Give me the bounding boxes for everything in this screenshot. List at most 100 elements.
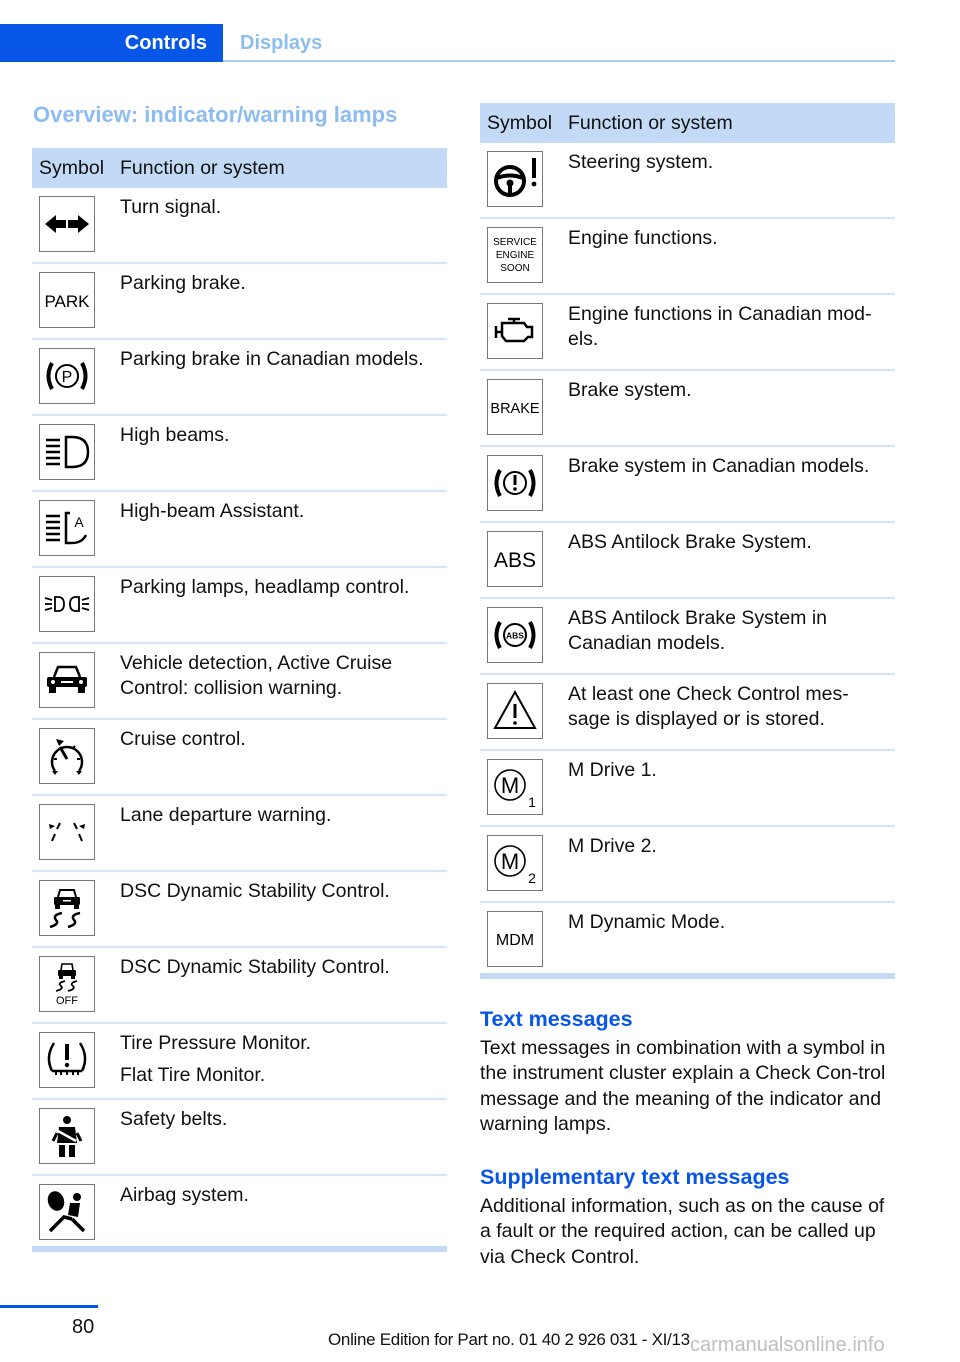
p-label: P	[62, 369, 73, 386]
table-row: PARK Parking brake.	[32, 264, 447, 340]
steering-warning-icon	[487, 151, 543, 207]
table-row: ABS ABS Antilock Brake System in Canadia…	[480, 599, 895, 675]
table-row: Brake system in Canadian models.	[480, 447, 895, 523]
row-text: Airbag system.	[120, 1184, 249, 1206]
page-number: 80	[72, 1316, 95, 1338]
high-beam-assistant-icon: A	[39, 500, 95, 556]
table-row: OFF DSC Dynamic Stability Control.	[32, 948, 447, 1024]
supplementary-body: Additional information, such as on the c…	[480, 1195, 885, 1268]
header-function: Function or system	[568, 111, 733, 134]
tire-pressure-icon	[39, 1032, 95, 1088]
table-row: P Parking brake in Canadian models.	[32, 340, 447, 416]
tab-underline	[223, 60, 895, 62]
table-row: High beams.	[32, 416, 447, 492]
header-function: Function or system	[120, 156, 285, 179]
header-symbol: Symbol	[39, 156, 105, 179]
row-text: Parking lamps, headlamp control.	[120, 576, 410, 598]
parking-lamps-icon	[39, 576, 95, 632]
row-text: High-beam Assistant.	[120, 500, 305, 522]
collision-warning-car-icon	[39, 652, 95, 708]
airbag-icon	[39, 1184, 95, 1240]
abs-label: ABS	[494, 549, 536, 572]
dsc-off-icon: OFF	[39, 956, 95, 1012]
m-label: M	[501, 773, 519, 798]
warning-triangle-icon	[487, 683, 543, 739]
edition-note: Online Edition for Part no. 01 40 2 926 …	[328, 1330, 690, 1349]
row-text: Cruise control.	[120, 728, 246, 750]
row-text: M Drive 1.	[568, 759, 657, 781]
row-text: Engine functions in Canadian mod-els.	[568, 303, 872, 350]
watermark: carmanualsonline.info	[690, 1334, 885, 1356]
row-text: Vehicle detection, Active Cruise Control…	[120, 652, 393, 699]
table-row: A High-beam Assistant.	[32, 492, 447, 568]
m-drive-2-icon: M2	[487, 835, 543, 891]
mdm-icon: MDM	[487, 911, 543, 967]
text-messages-body: Text messages in combination with a symb…	[480, 1037, 886, 1135]
engine-check-icon	[487, 303, 543, 359]
supplementary-section: Supplementary text messages Additional i…	[480, 1165, 900, 1270]
supplementary-heading: Supplementary text messages	[480, 1165, 790, 1189]
table-row: BRAKE Brake system.	[480, 371, 895, 447]
tab-controls[interactable]: Controls	[0, 24, 223, 62]
left-lamp-table: Symbol Function or system Turn signal. P…	[32, 148, 447, 1252]
seat-belt-icon	[39, 1108, 95, 1164]
brake-label: BRAKE	[490, 401, 539, 417]
row-text: M Dynamic Mode.	[568, 911, 726, 933]
text-messages-section: Text messages Text messages in combinati…	[480, 1007, 900, 1137]
footer-rule	[0, 1305, 98, 1308]
abs-canada-icon: ABS	[487, 607, 543, 663]
row-text: Parking brake in Canadian models.	[120, 348, 424, 370]
tab-displays[interactable]: Displays	[240, 24, 322, 62]
table-row: ABS ABS Antilock Brake System.	[480, 523, 895, 599]
table-header: Symbol Function or system	[480, 103, 895, 143]
section-title: Overview: indicator/warning lamps	[33, 102, 398, 127]
row-text: M Drive 2.	[568, 835, 657, 857]
park-label: PARK	[44, 292, 90, 311]
header-symbol: Symbol	[487, 111, 553, 134]
table-row: Lane departure warning.	[32, 796, 447, 872]
cruise-control-icon	[39, 728, 95, 784]
table-row: Safety belts.	[32, 1100, 447, 1176]
row-text: Steering system.	[568, 151, 714, 173]
row-text: DSC Dynamic Stability Control.	[120, 956, 390, 978]
parking-brake-canada-icon: P	[39, 348, 95, 404]
row-text: Tire Pressure Monitor.	[120, 1032, 312, 1054]
table-row: SERVICE ENGINE SOON Engine functions.	[480, 219, 895, 295]
row-text: ABS Antilock Brake System in Canadian mo…	[568, 607, 828, 654]
table-row: Engine functions in Canadian mod-els.	[480, 295, 895, 371]
park-text-icon: PARK	[39, 272, 95, 328]
dsc-icon	[39, 880, 95, 936]
row-text: At least one Check Control mes-sage is d…	[568, 683, 849, 730]
row-text: High beams.	[120, 424, 230, 446]
sub-2-label: 2	[528, 870, 536, 886]
m-label: M	[501, 849, 519, 874]
sub-1-label: 1	[528, 794, 536, 810]
table-row: Steering system.	[480, 143, 895, 219]
row-text: ABS Antilock Brake System.	[568, 531, 812, 553]
row-text: Turn signal.	[120, 196, 222, 218]
table-row: DSC Dynamic Stability Control.	[32, 872, 447, 948]
m-drive-1-icon: M1	[487, 759, 543, 815]
brake-text-icon: BRAKE	[487, 379, 543, 435]
table-row: MDM M Dynamic Mode.	[480, 903, 895, 979]
mdm-label: MDM	[496, 932, 534, 949]
table-row: Cruise control.	[32, 720, 447, 796]
service-engine-soon-icon: SERVICE ENGINE SOON	[487, 227, 543, 283]
row-text: Brake system.	[568, 379, 692, 401]
abs-text-icon: ABS	[487, 531, 543, 587]
table-row: M1 M Drive 1.	[480, 751, 895, 827]
table-header: Symbol Function or system	[32, 148, 447, 188]
turn-signal-icon	[39, 196, 95, 252]
abs-small-label: ABS	[506, 631, 524, 641]
row-text: Lane departure warning.	[120, 804, 332, 826]
lane-departure-icon	[39, 804, 95, 860]
text-messages-heading: Text messages	[480, 1007, 633, 1031]
row-text: Brake system in Canadian models.	[568, 455, 870, 477]
right-lamp-table: Symbol Function or system Steering syste…	[480, 103, 895, 979]
table-row: At least one Check Control mes-sage is d…	[480, 675, 895, 751]
row-text: Parking brake.	[120, 272, 246, 294]
table-row: Vehicle detection, Active Cruise Control…	[32, 644, 447, 720]
service-label: SERVICE	[493, 237, 537, 248]
table-row: M2 M Drive 2.	[480, 827, 895, 903]
row-text: Flat Tire Monitor.	[120, 1064, 266, 1086]
